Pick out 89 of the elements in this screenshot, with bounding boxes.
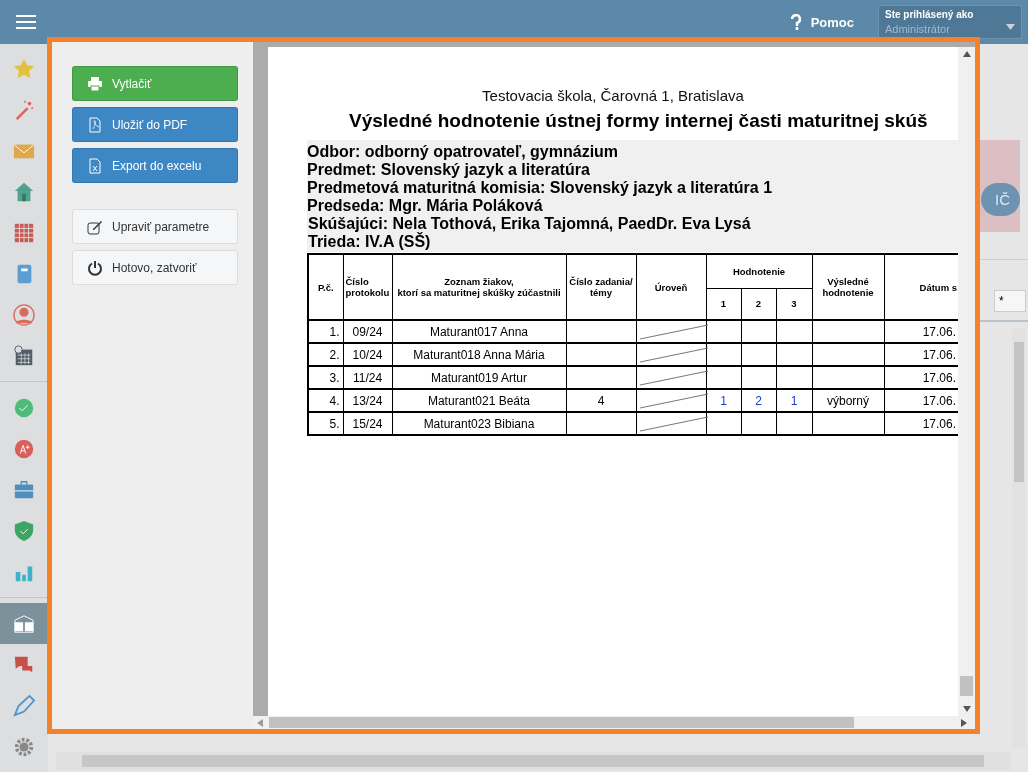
table-cell bbox=[776, 366, 812, 389]
table-cell: 1. bbox=[308, 320, 343, 343]
diagonal-line-icon bbox=[639, 345, 708, 364]
check-circle-icon[interactable] bbox=[13, 396, 35, 419]
edit-icon bbox=[87, 218, 103, 235]
grade-icon[interactable] bbox=[13, 437, 35, 460]
table-cell bbox=[741, 366, 776, 389]
school-name: Testovacia škola, Čarovná 1, Bratislava bbox=[481, 87, 745, 104]
vertical-scrollbar[interactable] bbox=[1012, 328, 1026, 748]
table-cell: výborný bbox=[812, 389, 884, 412]
calendar-icon[interactable] bbox=[13, 344, 35, 367]
printer-icon bbox=[87, 75, 103, 92]
table-cell: Maturant021 Beáta bbox=[392, 389, 566, 412]
caret-icon bbox=[1006, 24, 1015, 30]
table-cell bbox=[741, 343, 776, 366]
table-cell: 1 bbox=[776, 389, 812, 412]
horizontal-scrollbar[interactable] bbox=[253, 716, 975, 729]
id-button[interactable]: IČ bbox=[981, 183, 1020, 216]
open-book-icon[interactable] bbox=[13, 612, 35, 635]
scroll-left-icon[interactable] bbox=[257, 718, 263, 727]
horizontal-scrollbar[interactable] bbox=[56, 752, 1010, 770]
star-icon[interactable] bbox=[13, 57, 35, 80]
scrollbar-thumb[interactable] bbox=[269, 717, 854, 728]
briefcase-icon[interactable] bbox=[13, 478, 35, 501]
action-button[interactable]: Hotovo, zatvoriť bbox=[72, 250, 238, 285]
table-cell bbox=[776, 320, 812, 343]
report-info-line: Odbor: odborný opatrovateľ, gymnázium bbox=[307, 143, 620, 161]
scroll-right-icon[interactable] bbox=[961, 718, 967, 727]
table-cell: 4. bbox=[308, 389, 343, 412]
report-title: Výsledné hodnotenie ústnej formy internej časti maturitnej skúš bbox=[349, 110, 929, 132]
diagonal-line-icon bbox=[639, 368, 708, 387]
user-dropdown[interactable]: Ste prihlásený ako Administrátor bbox=[878, 5, 1022, 39]
table-cell: Maturant023 Bibiana bbox=[392, 412, 566, 435]
table-cell bbox=[812, 343, 884, 366]
diagonal-line-icon bbox=[639, 414, 708, 433]
scroll-up-icon[interactable] bbox=[962, 51, 971, 57]
table-cell: 4 bbox=[566, 389, 636, 412]
vertical-scrollbar[interactable] bbox=[958, 47, 975, 716]
pencil-icon[interactable] bbox=[13, 694, 35, 717]
home-icon[interactable] bbox=[13, 180, 35, 203]
magic-wand-icon[interactable] bbox=[13, 98, 35, 121]
table-cell: Maturant019 Artur bbox=[392, 366, 566, 389]
filter-field[interactable]: * bbox=[994, 290, 1026, 312]
help-icon[interactable] bbox=[790, 14, 801, 30]
report-info-line: Predseda: Mgr. Mária Poláková bbox=[307, 197, 544, 215]
table-cell: 13/24 bbox=[343, 389, 392, 412]
table-cell bbox=[776, 343, 812, 366]
table-cell: 11/24 bbox=[343, 366, 392, 389]
table-cell bbox=[741, 320, 776, 343]
report-info-line: Predmetová maturitná komisia: Slovenský jazyk a literatúra 1 bbox=[307, 179, 774, 197]
scrollbar-thumb[interactable] bbox=[1014, 342, 1024, 482]
settings-icon[interactable] bbox=[13, 735, 35, 758]
action-button[interactable]: Vytlačiť bbox=[72, 66, 238, 101]
action-button[interactable]: Export do excelu bbox=[72, 148, 238, 183]
column-header: Číslo zadania/ témy bbox=[566, 254, 636, 320]
sidebar-item[interactable] bbox=[0, 603, 48, 644]
table-cell bbox=[812, 320, 884, 343]
column-header: Výsledné hodnotenie bbox=[812, 254, 884, 320]
report-info-line: Trieda: IV.A (SŠ) bbox=[307, 233, 432, 251]
table-cell: 10/24 bbox=[343, 343, 392, 366]
table-cell: 3. bbox=[308, 366, 343, 389]
table-cell: 2. bbox=[308, 343, 343, 366]
table-cell: 1 bbox=[706, 389, 741, 412]
report-info-line: Predmet: Slovenský jazyk a literatúra bbox=[307, 161, 591, 179]
table-cell: 09/24 bbox=[343, 320, 392, 343]
diagonal-line-icon bbox=[639, 322, 708, 341]
table-cell: Maturant017 Anna bbox=[392, 320, 566, 343]
table-cell: 5. bbox=[308, 412, 343, 435]
scroll-down-icon[interactable] bbox=[962, 706, 971, 712]
menu-icon[interactable] bbox=[16, 14, 36, 30]
help-link[interactable]: Pomoc bbox=[810, 14, 854, 30]
table-cell bbox=[812, 366, 884, 389]
action-button[interactable]: Uložiť do PDF bbox=[72, 107, 238, 142]
action-button[interactable]: Upraviť parametre bbox=[72, 209, 238, 244]
power-icon bbox=[87, 259, 103, 276]
grid-icon[interactable] bbox=[13, 221, 35, 244]
table-cell: 15/24 bbox=[343, 412, 392, 435]
report-info-line: Skúšajúci: Nela Tothová, Erika Tajomná, PaedDr. Eva Lysá bbox=[307, 215, 752, 232]
table-cell: Maturant018 Anna Mária bbox=[392, 343, 566, 366]
column-header: Hodnotenie bbox=[706, 254, 812, 288]
spreadsheet-file-icon bbox=[87, 157, 103, 174]
diagonal-line-icon bbox=[639, 391, 708, 410]
shield-icon[interactable] bbox=[13, 519, 35, 542]
table-cell: 2 bbox=[741, 389, 776, 412]
pdf-file-icon bbox=[87, 116, 103, 133]
column-header: Číslo protokolu bbox=[343, 254, 392, 320]
person-icon[interactable] bbox=[13, 303, 35, 326]
scrollbar-thumb[interactable] bbox=[960, 676, 973, 696]
scrollbar-thumb[interactable] bbox=[82, 755, 984, 767]
